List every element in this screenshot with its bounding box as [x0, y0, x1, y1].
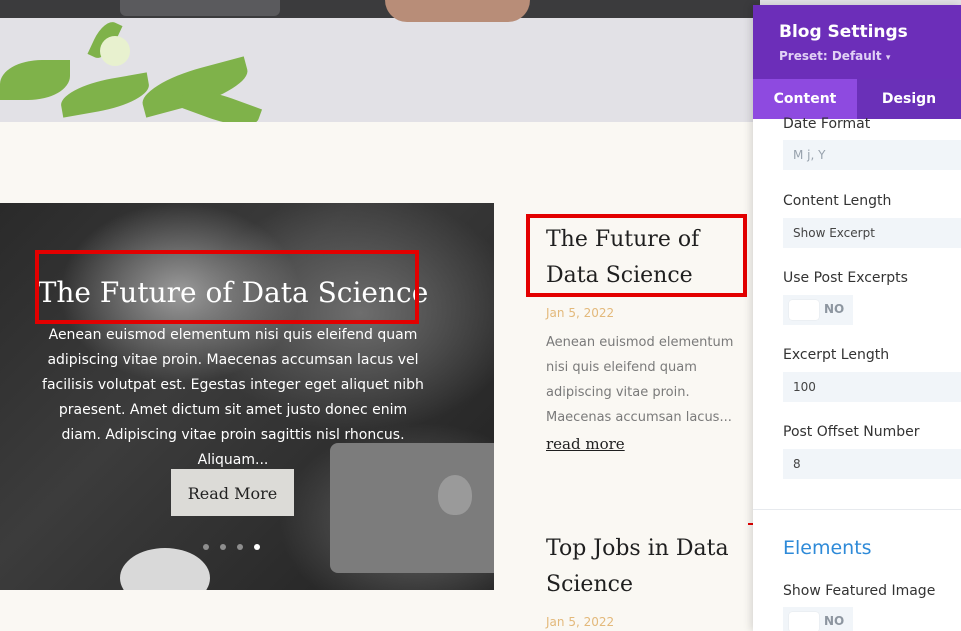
excerpt-length-label: Excerpt Length: [783, 347, 890, 363]
caret-down-icon: ▾: [885, 53, 891, 63]
slider-dot[interactable]: [237, 544, 243, 550]
panel-header: Blog Settings Preset: Default ▾: [753, 5, 961, 79]
excerpt-length-input[interactable]: 100: [783, 372, 961, 402]
use-post-excerpts-toggle[interactable]: NO: [783, 295, 853, 325]
slide-excerpt: Aenean euismod elementum nisi quis eleif…: [42, 327, 424, 468]
post-date: Jan 5, 2022: [546, 306, 615, 320]
slider-pagination: [203, 544, 260, 550]
slider-dot[interactable]: [220, 544, 226, 550]
post-title[interactable]: Top Jobs in Data Science: [546, 531, 756, 603]
coffee-cup-photo: [120, 548, 210, 590]
post-excerpt: Aenean euismod elementum nisi quis eleif…: [546, 335, 734, 425]
post-offset-number-label: Post Offset Number: [783, 424, 920, 440]
blog-settings-panel: Blog Settings Preset: Default ▾ Content …: [753, 5, 961, 631]
content-length-select[interactable]: Show Excerpt: [783, 218, 961, 248]
preset-label: Preset: Default: [779, 49, 882, 63]
toggle-knob: [789, 300, 819, 320]
post-offset-number-input[interactable]: 8: [783, 449, 961, 479]
hero-laptop: [0, 0, 760, 18]
apple-logo-icon: [438, 475, 472, 515]
tab-design[interactable]: Design: [857, 79, 961, 119]
section-divider: [753, 509, 961, 510]
read-more-button[interactable]: Read More: [171, 469, 294, 516]
tab-content[interactable]: Content: [753, 79, 857, 119]
slide-title[interactable]: The Future of Data Science: [0, 276, 466, 309]
hero-hand: [385, 0, 530, 22]
featured-post-slider: The Future of Data Science Aenean euismo…: [0, 203, 494, 590]
date-format-input[interactable]: M j, Y: [783, 140, 961, 170]
plant-leaf: [0, 60, 70, 100]
slider-dot-active[interactable]: [254, 544, 260, 550]
show-featured-image-toggle[interactable]: NO: [783, 607, 853, 631]
toggle-state: NO: [824, 302, 845, 316]
content-length-label: Content Length: [783, 193, 892, 209]
show-featured-image-label: Show Featured Image: [783, 583, 936, 599]
post-title[interactable]: The Future of Data Science: [546, 222, 756, 294]
post-date: Jan 5, 2022: [546, 615, 615, 629]
plant-leaf: [58, 72, 152, 118]
elements-section-title[interactable]: Elements: [783, 537, 872, 559]
toggle-state: NO: [824, 614, 845, 628]
preset-dropdown[interactable]: Preset: Default ▾: [779, 49, 890, 63]
read-more-link[interactable]: read more: [546, 435, 625, 453]
panel-title: Blog Settings: [779, 22, 908, 42]
hero-keyboard: [120, 0, 280, 16]
use-post-excerpts-label: Use Post Excerpts: [783, 270, 908, 286]
date-format-label: Date Format: [783, 116, 871, 132]
plant-bud: [100, 36, 130, 66]
panel-tabs: Content Design: [753, 79, 961, 119]
toggle-knob: [789, 612, 819, 631]
slider-dot[interactable]: [203, 544, 209, 550]
